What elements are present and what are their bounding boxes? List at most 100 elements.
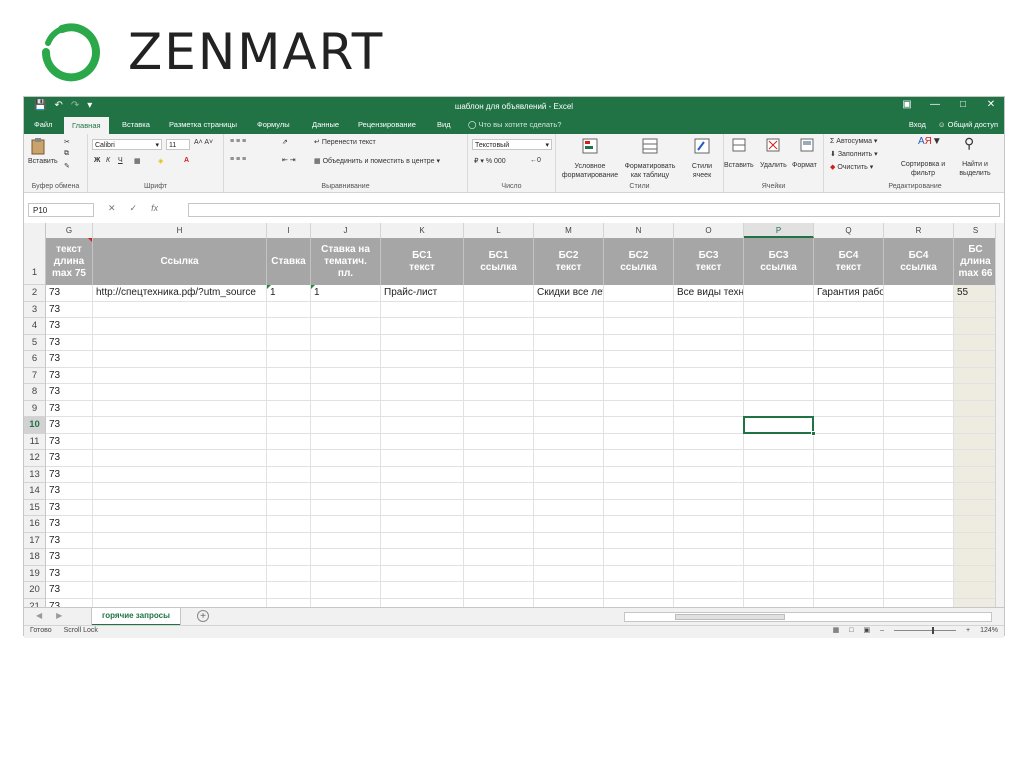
table-cell[interactable] [954, 367, 998, 384]
table-cell[interactable] [464, 351, 534, 368]
insert-button[interactable]: Вставить [724, 162, 754, 169]
table-cell[interactable]: 73 [46, 400, 93, 417]
table-cell[interactable]: 73 [46, 318, 93, 335]
table-cell[interactable] [884, 400, 954, 417]
table-cell[interactable] [267, 433, 311, 450]
table-cell[interactable] [381, 582, 464, 599]
header-cell[interactable]: текст длина max 75 [46, 238, 93, 285]
table-cell[interactable] [464, 318, 534, 335]
table-cell[interactable] [744, 499, 814, 516]
table-cell[interactable] [93, 516, 267, 533]
table-cell[interactable] [604, 417, 674, 434]
table-cell[interactable] [534, 351, 604, 368]
table-cell[interactable] [604, 334, 674, 351]
row-header-4[interactable]: 4 [24, 318, 46, 335]
table-cell[interactable] [814, 318, 884, 335]
table-cell[interactable]: 73 [46, 351, 93, 368]
cell-styles-button[interactable]: Стили ячеек [686, 162, 718, 180]
table-cell[interactable]: 73 [46, 334, 93, 351]
fill-handle[interactable] [811, 430, 816, 436]
find-select-button[interactable]: Найти и выделить [950, 160, 1000, 178]
table-cell[interactable] [744, 285, 814, 302]
tell-me-box[interactable]: ◯ Что вы хотите сделать? [468, 120, 561, 129]
table-cell[interactable] [744, 384, 814, 401]
minimize-button[interactable]: — [928, 99, 942, 110]
table-cell[interactable]: 73 [46, 549, 93, 566]
italic-button[interactable]: К [106, 157, 110, 164]
table-cell[interactable] [381, 301, 464, 318]
table-cell[interactable] [884, 318, 954, 335]
copy-icon[interactable]: ⧉ [64, 150, 69, 158]
table-cell[interactable] [267, 400, 311, 417]
table-cell[interactable] [464, 285, 534, 302]
table-cell[interactable] [604, 565, 674, 582]
tab-page-layout[interactable]: Разметка страницы [169, 120, 237, 129]
table-cell[interactable] [674, 466, 744, 483]
bold-button[interactable]: Ж [94, 157, 100, 164]
table-cell[interactable] [604, 466, 674, 483]
table-cell[interactable]: 73 [46, 367, 93, 384]
table-cell[interactable] [381, 400, 464, 417]
tab-review[interactable]: Рецензирование [358, 120, 416, 129]
table-cell[interactable] [381, 334, 464, 351]
table-cell[interactable] [884, 466, 954, 483]
decimal-icon[interactable]: ←0 [530, 157, 541, 164]
table-cell[interactable] [464, 301, 534, 318]
merge-center-button[interactable]: ▦ Объединить и поместить в центре ▾ [314, 157, 440, 165]
close-button[interactable]: ✕ [984, 99, 998, 110]
table-cell[interactable] [93, 565, 267, 582]
table-cell[interactable]: Все виды техники [674, 285, 744, 302]
table-cell[interactable] [93, 582, 267, 599]
table-cell[interactable] [381, 598, 464, 607]
table-cell[interactable] [744, 582, 814, 599]
column-header-j[interactable]: J [311, 223, 381, 238]
table-cell[interactable] [464, 582, 534, 599]
table-cell[interactable] [464, 532, 534, 549]
table-cell[interactable] [954, 433, 998, 450]
table-cell[interactable] [534, 598, 604, 607]
table-cell[interactable] [311, 351, 381, 368]
sort-filter-icon[interactable]: АЯ▼ [918, 136, 942, 147]
table-cell[interactable] [311, 565, 381, 582]
column-header-m[interactable]: M [534, 223, 604, 238]
maximize-button[interactable]: □ [956, 99, 970, 110]
table-cell[interactable] [954, 483, 998, 500]
table-cell[interactable] [674, 582, 744, 599]
font-color-icon[interactable]: A [184, 157, 189, 164]
table-cell[interactable]: 73 [46, 516, 93, 533]
table-cell[interactable]: 73 [46, 598, 93, 607]
table-cell[interactable] [884, 367, 954, 384]
row-header-12[interactable]: 12 [24, 450, 46, 467]
header-cell[interactable]: Ставка [267, 238, 311, 285]
header-cell[interactable]: БС1 ссылка [464, 238, 534, 285]
table-cell[interactable] [604, 400, 674, 417]
table-cell[interactable] [311, 318, 381, 335]
table-cell[interactable] [267, 450, 311, 467]
table-cell[interactable] [464, 450, 534, 467]
table-cell[interactable] [381, 384, 464, 401]
table-cell[interactable] [381, 351, 464, 368]
table-cell[interactable] [954, 499, 998, 516]
table-cell[interactable] [674, 483, 744, 500]
table-cell[interactable] [267, 417, 311, 434]
table-cell[interactable] [93, 301, 267, 318]
table-cell[interactable] [604, 433, 674, 450]
page-layout-view-icon[interactable]: □ [849, 627, 853, 634]
table-cell[interactable] [534, 582, 604, 599]
table-cell[interactable] [884, 384, 954, 401]
table-cell[interactable] [464, 516, 534, 533]
table-cell[interactable] [311, 417, 381, 434]
table-cell[interactable] [954, 582, 998, 599]
cell-styles-icon[interactable] [694, 138, 710, 154]
table-cell[interactable] [674, 433, 744, 450]
header-cell[interactable]: БС3 ссылка [744, 238, 814, 285]
table-cell[interactable]: 73 [46, 565, 93, 582]
table-cell[interactable] [534, 466, 604, 483]
tab-file[interactable]: Файл [34, 120, 52, 129]
table-cell[interactable] [311, 466, 381, 483]
table-cell[interactable] [93, 549, 267, 566]
row-header-6[interactable]: 6 [24, 351, 46, 368]
row-header-11[interactable]: 11 [24, 433, 46, 450]
row-header-9[interactable]: 9 [24, 400, 46, 417]
table-cell[interactable] [674, 367, 744, 384]
